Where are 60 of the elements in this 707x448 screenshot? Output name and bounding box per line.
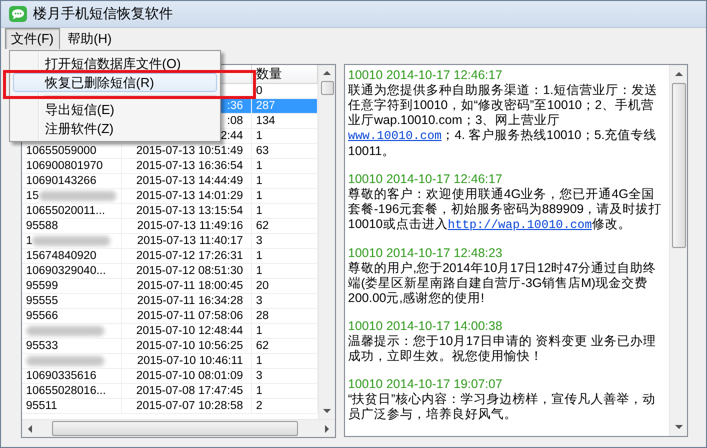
- table-cell: 2015-07-12 08:51:30: [136, 265, 243, 277]
- table-cell: 2015-07-10 12:48:44: [136, 325, 243, 337]
- horizontal-scrollbar[interactable]: [22, 419, 335, 437]
- table-cell: 2015-07-13 14:44:49: [136, 175, 243, 187]
- table-cell: 2015-07-13 16:36:54: [136, 160, 243, 172]
- table-cell: 10655028016...: [26, 384, 106, 398]
- chat-icon: [9, 6, 27, 22]
- message-text: 尊敬的用户,您于2014年10月17日12时47分通过自助终端(娄星区新星南路自建自营厅-3G销售店M)现金交费200.00元,感谢您的使用!: [348, 261, 657, 306]
- menu-item[interactable]: 打开短信数据库文件(O): [13, 54, 217, 73]
- table-cell: 2015-07-10 08:01:09: [136, 370, 243, 382]
- message-text: 联通为您提供多种自助服务渠道：1.短信营业厅：发送任意字符到10010，如“修改密码”至10010；2、手机营业厅wap.10010.com；3、网上营业厅 www.10010.com；4. 客户服务热线10010；5.充值专线10011。: [348, 83, 658, 159]
- table-cell: 15674840920: [26, 249, 96, 263]
- table-cell: 10690335616: [26, 369, 96, 383]
- table-cell: 2015-07-07 10:28:58: [136, 400, 243, 412]
- menu-bar-item[interactable]: 文件(F): [5, 28, 60, 50]
- link[interactable]: www.10010.com: [348, 129, 442, 143]
- menu-bar-item[interactable]: 帮助(H): [62, 28, 118, 50]
- vertical-scrollbar[interactable]: [318, 65, 335, 419]
- message-header: 10010 2014-10-17 19:07:07: [348, 377, 502, 392]
- table-cell: 95588: [26, 219, 58, 233]
- table-cell: 2015-07-11 16:34:28: [137, 295, 243, 307]
- menu-item[interactable]: 注册软件(Z): [13, 119, 217, 138]
- table-cell: 2015-07-11 18:00:45: [137, 280, 243, 292]
- table-cell: 2015-07-13 11:40:17: [137, 235, 243, 247]
- table-cell: 2015-07-13 13:15:54: [136, 205, 243, 217]
- table-cell: 95533: [26, 339, 58, 353]
- table-cell: 95511: [26, 399, 58, 413]
- link[interactable]: http://wap.10010.com: [448, 218, 592, 232]
- table-cell: 10690329040...: [26, 264, 106, 278]
- table-cell: 1: [26, 234, 32, 248]
- table-cell: 15: [26, 189, 39, 203]
- table-cell: 2015-07-08 17:47:45: [136, 385, 243, 397]
- table-cell: 2015-07-11 07:58:06: [137, 310, 243, 322]
- message-header: 10010 2014-10-17 14:00:38: [348, 319, 502, 334]
- table-cell: 2015-07-10 10:56:25: [136, 340, 243, 352]
- message-text: 尊敬的客户：欢迎使用联通4G业务，您已开通4G全国套餐-196元套餐，初始服务密码为889909，请及时拔打10010或点击进入http://wap.10010.com修改。: [348, 187, 663, 233]
- table-cell: 10690143266: [26, 174, 96, 188]
- vertical-scrollbar[interactable]: [669, 65, 687, 436]
- table-cell: 2015-07-13 14:01:29: [136, 190, 243, 202]
- message-header: 10010 2014-10-17 12:48:23: [348, 246, 502, 261]
- table-cell: 2015-07-13 10:51:49: [136, 145, 243, 157]
- table-cell: 95599: [26, 279, 58, 293]
- table-cell: :08: [227, 115, 243, 127]
- message-header: 10010 2014-10-17 12:46:17: [348, 68, 502, 83]
- message-header: 10010 2014-10-17 12:46:17: [348, 172, 502, 187]
- window-title: 楼月手机短信恢复软件: [33, 5, 173, 23]
- table-cell: 10655059000: [26, 144, 96, 158]
- table-cell: 95566: [26, 309, 58, 323]
- menu-item[interactable]: 导出短信(E): [13, 100, 217, 119]
- table-cell: 2015-07-13 11:49:16: [137, 220, 243, 232]
- table-cell: 2:44: [220, 130, 243, 142]
- table-cell: 2015-07-12 17:26:31: [136, 250, 243, 262]
- menu-item[interactable]: 恢复已删除短信(R): [13, 73, 217, 92]
- table-cell: 2015-07-10 10:46:11: [137, 355, 243, 367]
- table-cell: 10655020011...: [26, 204, 106, 218]
- table-cell: :36: [227, 100, 243, 112]
- table-cell: 95555: [26, 294, 58, 308]
- table-cell: 106900801970: [26, 159, 103, 173]
- message-text: “扶贫日”核心内容：学习身边榜样，宣传凡人善举，动员广泛参与，培养良好风气。: [348, 392, 656, 422]
- message-text: 温馨提示：您于10月17日申请的 资料变更 业务已办理成功，立即生效。祝您使用愉快！: [348, 334, 657, 364]
